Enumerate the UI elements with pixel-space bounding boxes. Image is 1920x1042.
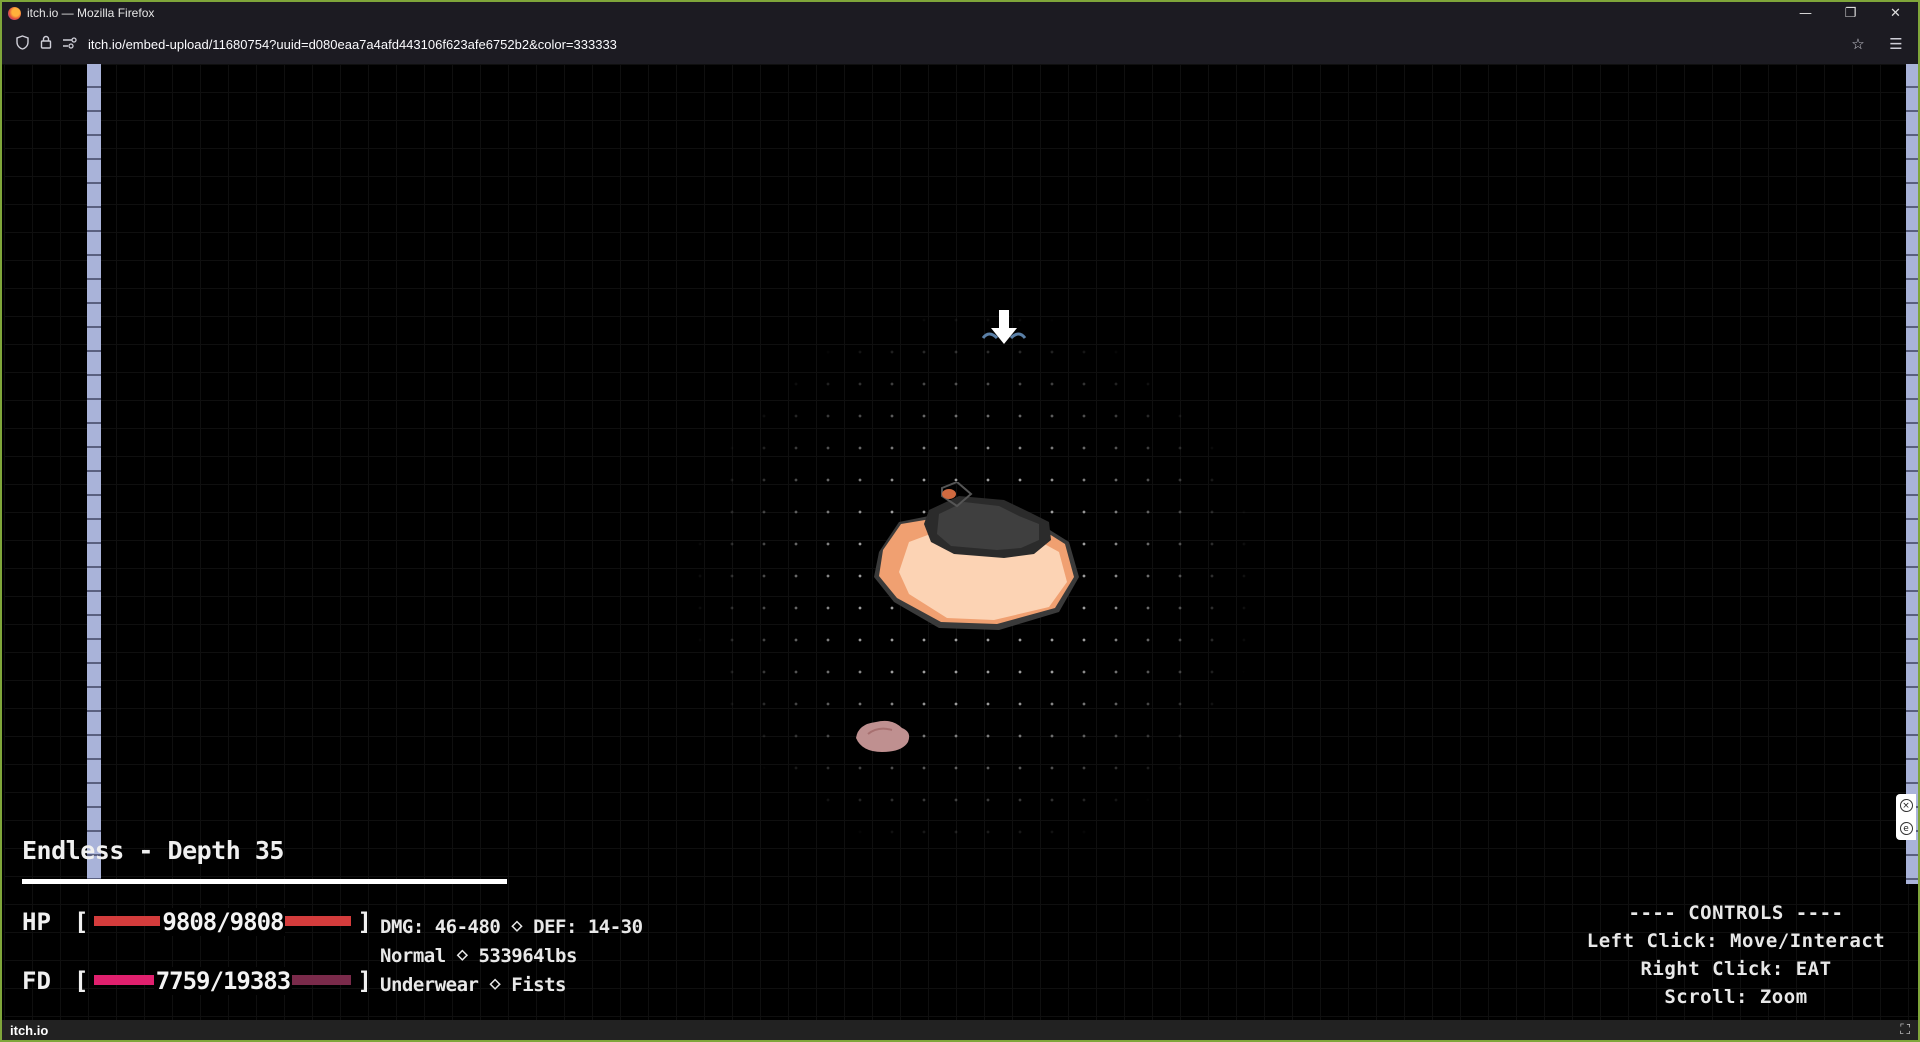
- controls-scroll: Scroll: Zoom: [1664, 986, 1808, 1008]
- size-stats: Normal ⋄ 533964lbs: [380, 945, 577, 967]
- menu-icon[interactable]: ☰: [1884, 35, 1908, 53]
- controls-panel: ---- CONTROLS ---- Left Click: Move/Inte…: [1576, 899, 1896, 1011]
- down-arrow-marker-icon[interactable]: [979, 308, 1029, 350]
- itch-brand-link[interactable]: itch.io: [10, 1023, 48, 1038]
- itch-bottom-bar: itch.io ⛶: [2, 1020, 1918, 1040]
- player-character[interactable]: [869, 482, 1089, 642]
- side-widget: × e: [1896, 794, 1916, 840]
- hp-line: HP [ 9808/9808 ]: [22, 908, 372, 936]
- window-controls: — ❐ ✕: [1783, 2, 1918, 24]
- title-divider: [22, 879, 507, 884]
- fd-bar: 7759/19383: [94, 967, 352, 995]
- restore-button[interactable]: ❐: [1828, 2, 1873, 24]
- permissions-icon[interactable]: [58, 35, 82, 53]
- navigation-bar: itch.io/embed-upload/11680754?uuid=d080e…: [2, 24, 1918, 65]
- fullscreen-icon[interactable]: ⛶: [1900, 1022, 1910, 1038]
- close-widget-icon[interactable]: ×: [1899, 799, 1913, 812]
- controls-left-click: Left Click: Move/Interact: [1586, 930, 1886, 952]
- controls-right-click: Right Click: EAT: [1640, 958, 1832, 980]
- controls-header: ---- CONTROLS ----: [1628, 902, 1844, 924]
- hp-label: HP: [22, 908, 51, 936]
- shield-icon[interactable]: [10, 34, 34, 54]
- right-wall: [1906, 64, 1918, 884]
- game-canvas[interactable]: Endless - Depth 35 HP [ 9808/9808 ] FD […: [4, 64, 1918, 1022]
- navbar-actions: ☆ ☰: [1846, 24, 1908, 64]
- mode-title: Endless - Depth 35: [22, 836, 284, 865]
- window-title: itch.io — Mozilla Firefox: [27, 6, 155, 20]
- equipment-stats: Underwear ⋄ Fists: [380, 974, 566, 996]
- food-item[interactable]: [852, 716, 914, 756]
- bookmark-star-icon[interactable]: ☆: [1846, 35, 1870, 53]
- info-widget-icon[interactable]: e: [1899, 822, 1913, 835]
- hp-bar: 9808/9808: [94, 908, 352, 936]
- close-button[interactable]: ✕: [1873, 2, 1918, 24]
- fd-line: FD [ 7759/19383 ]: [22, 967, 372, 995]
- minimize-button[interactable]: —: [1783, 2, 1828, 24]
- hp-value: 9808/9808: [160, 908, 286, 936]
- fd-value: 7759/19383: [153, 967, 293, 995]
- url-bar[interactable]: itch.io/embed-upload/11680754?uuid=d080e…: [88, 37, 617, 52]
- fd-label: FD: [22, 967, 51, 995]
- browser-window: itch.io — Mozilla Firefox — ❐ ✕ itch.io/…: [0, 0, 1920, 1042]
- title-bar: itch.io — Mozilla Firefox — ❐ ✕: [2, 2, 1918, 24]
- combat-stats: DMG: 46-480 ⋄ DEF: 14-30: [380, 916, 643, 938]
- firefox-logo-icon: [8, 6, 21, 20]
- left-wall: [87, 64, 101, 884]
- lock-icon[interactable]: [34, 35, 58, 53]
